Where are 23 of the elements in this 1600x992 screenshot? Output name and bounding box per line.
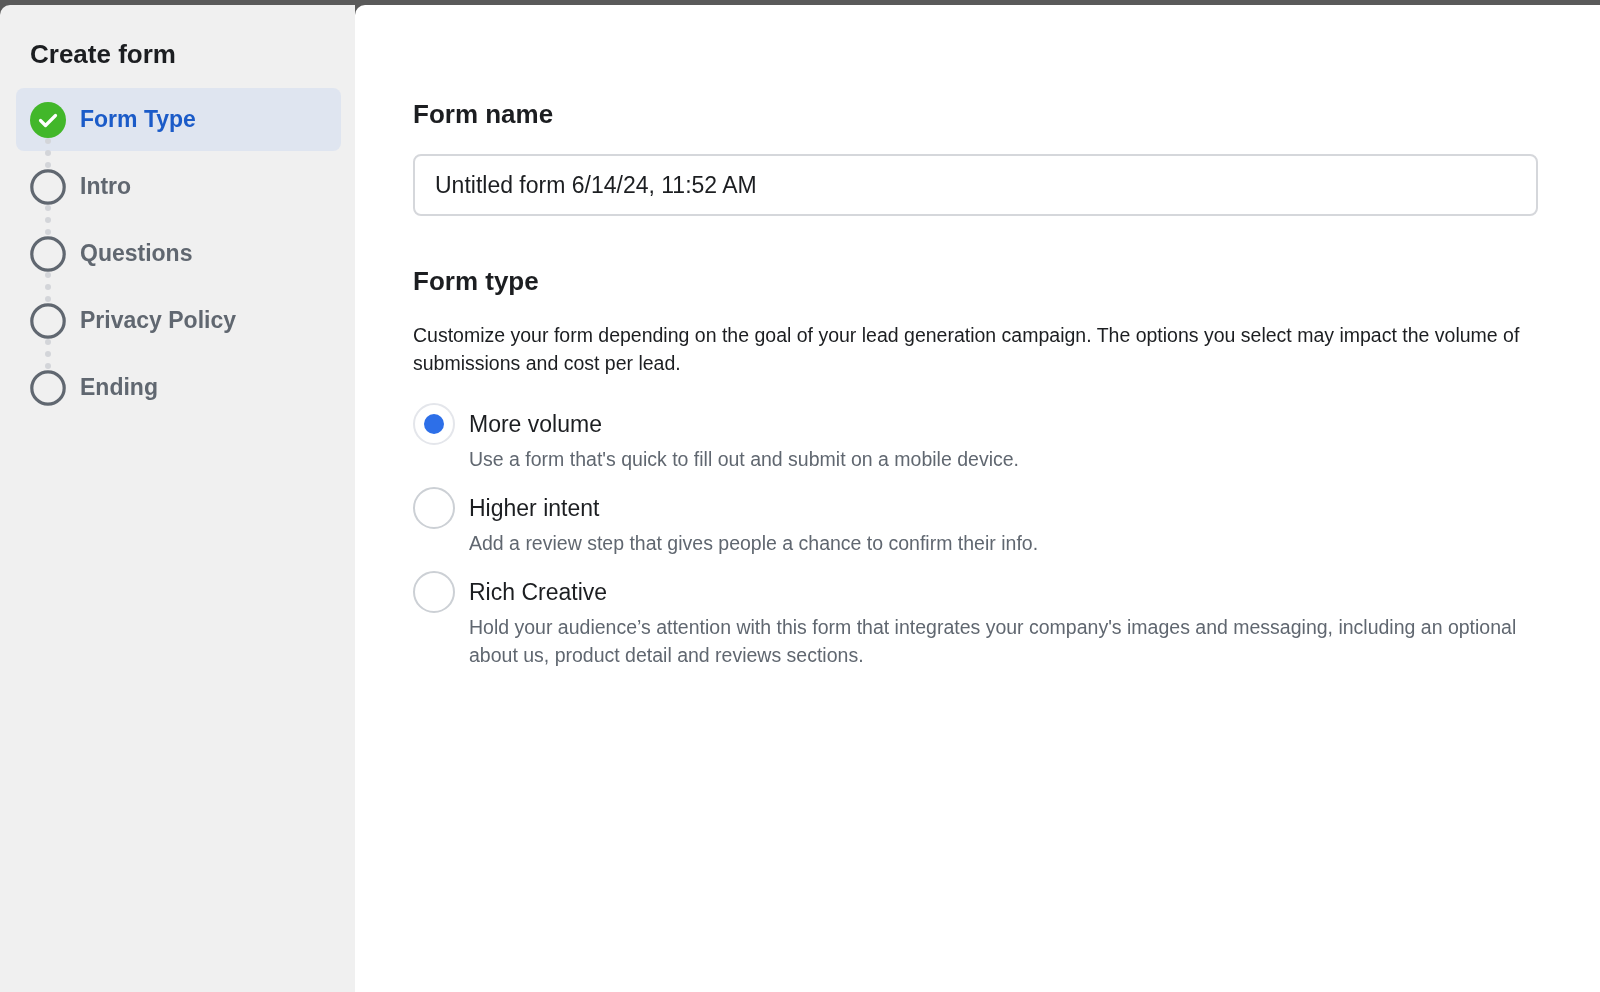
radio-button[interactable] [413,403,455,445]
sidebar-step[interactable]: Questions [16,222,341,285]
option-label: More volume [469,410,603,439]
section-heading: Form type [413,265,540,298]
section-heading: Form name [413,98,555,131]
step-connector [45,205,51,235]
radio-button[interactable] [413,571,455,613]
step-connector [45,138,51,168]
sidebar-step[interactable]: Ending [16,356,341,419]
option-description: Hold your audience’s attention with this form that integrates your company's images and messaging, including an optional about us, product detail and reviews sections. [469,615,1518,668]
option-description: Add a review step that gives people a chance to confirm their info. [469,531,1039,556]
step-connector [45,272,51,302]
form-type-description: Customize your form depending on the goal of your lead generation campaign. The options you select may impact the volume of submissions and cost per lead. [413,323,1521,376]
sidebar-title: Create form [30,38,177,71]
sidebar-step[interactable]: Intro [16,155,341,218]
form-name-field[interactable]: Untitled form 6/14/24, 11:52 AM [413,154,1538,216]
option-label: Higher intent [469,494,601,523]
sidebar-step[interactable]: Form Type [16,88,341,151]
sidebar-step[interactable]: Privacy Policy [16,289,341,352]
option-label: Rich Creative [469,578,609,607]
option-description: Use a form that's quick to fill out and submit on a mobile device. [469,447,1019,472]
radio-button[interactable] [413,487,455,529]
step-connector [45,339,51,369]
